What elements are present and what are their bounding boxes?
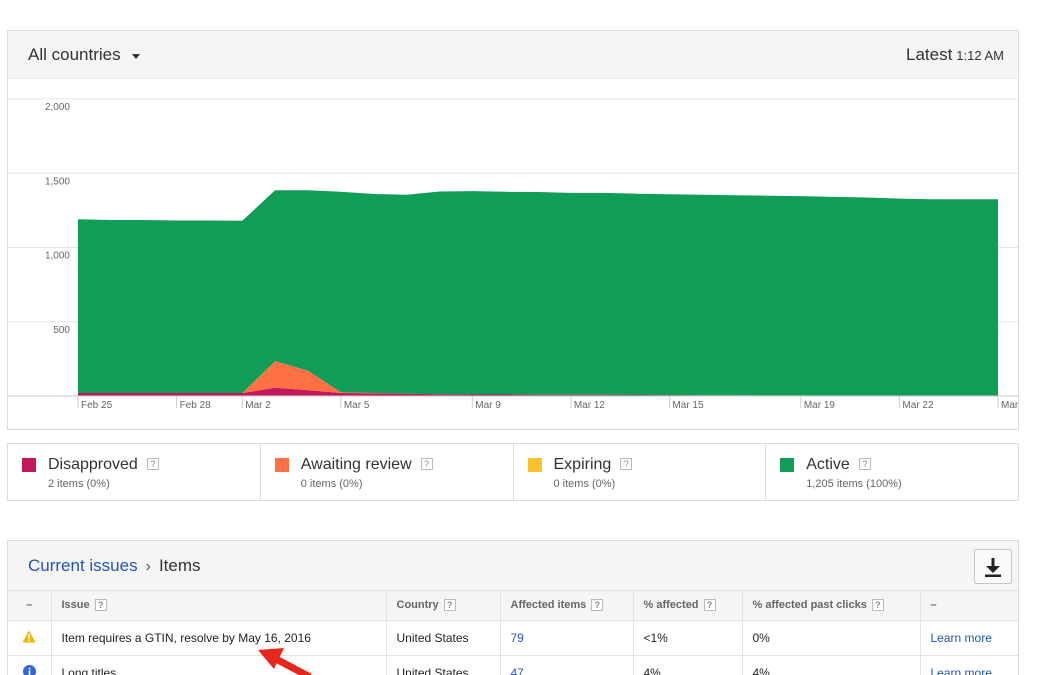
status-legend: Disapproved? 2 items (0%) Awaiting revie… bbox=[7, 443, 1019, 501]
chart-header: All countries Latest 1:12 AM bbox=[8, 31, 1018, 79]
legend-swatch-disapproved bbox=[22, 458, 36, 472]
download-icon bbox=[985, 558, 1001, 577]
x-tick-label: Mar 12 bbox=[574, 400, 606, 411]
help-icon[interactable]: ? bbox=[94, 599, 107, 612]
affected-items-cell: 79 bbox=[500, 620, 634, 656]
legend-label-text: Disapproved bbox=[48, 456, 138, 473]
legend-item-disapproved[interactable]: Disapproved? 2 items (0%) bbox=[8, 444, 261, 500]
legend-swatch-expiring bbox=[527, 458, 542, 472]
legend-label-text: Expiring bbox=[553, 456, 612, 473]
help-icon[interactable]: ? bbox=[871, 599, 884, 612]
x-tick-label: Feb 28 bbox=[180, 400, 212, 411]
column-header-label: % affected bbox=[643, 599, 699, 612]
legend-label-text: Active bbox=[806, 456, 850, 473]
percent-affected-cell: <1% bbox=[633, 620, 743, 656]
breadcrumb-current-issues-link[interactable]: Current issues bbox=[28, 556, 138, 575]
help-icon[interactable]: ? bbox=[703, 599, 716, 612]
legend-label: Awaiting review? bbox=[301, 456, 433, 474]
help-icon[interactable]: ? bbox=[146, 458, 159, 470]
country-cell: United States bbox=[386, 620, 501, 656]
legend-count: 0 items (0%) bbox=[553, 478, 616, 490]
help-icon[interactable]: ? bbox=[591, 599, 604, 612]
issues-table: – Issue? Country? Affected items? % affe… bbox=[8, 591, 1018, 675]
y-tick-label: 2,000 bbox=[45, 102, 70, 113]
action-cell: Learn more bbox=[920, 655, 1018, 675]
legend-item-active[interactable]: Active? 1,205 items (100%) bbox=[766, 444, 1018, 500]
status-cell bbox=[8, 655, 52, 675]
legend-swatch-awaiting-review bbox=[274, 458, 289, 472]
column-header-issue[interactable]: Issue? bbox=[51, 591, 387, 621]
y-tick-label: 500 bbox=[53, 325, 70, 336]
help-icon[interactable]: ? bbox=[420, 458, 433, 470]
legend-label: Disapproved? bbox=[48, 456, 159, 474]
column-header-label: Affected items bbox=[510, 599, 587, 612]
y-tick-label: 1,000 bbox=[45, 251, 70, 262]
breadcrumb-separator: › bbox=[145, 558, 151, 575]
learn-more-link[interactable]: Learn more bbox=[931, 631, 992, 645]
table-row[interactable]: Long titles United States 47 4% 4% Learn… bbox=[8, 655, 1018, 675]
breadcrumb-current: Items bbox=[158, 556, 201, 575]
column-header-label: % affected past clicks bbox=[752, 599, 867, 612]
x-tick-label: Mar 5 bbox=[344, 400, 370, 411]
legend-label: Expiring? bbox=[554, 456, 633, 474]
help-icon[interactable]: ? bbox=[620, 458, 633, 470]
table-row[interactable]: Item requires a GTIN, resolve by May 16,… bbox=[8, 620, 1018, 656]
percent-affected-clicks-cell: 4% bbox=[742, 655, 921, 675]
legend-item-awaiting-review[interactable]: Awaiting review? 0 items (0%) bbox=[261, 444, 514, 500]
legend-count: 0 items (0%) bbox=[300, 478, 363, 490]
column-header-percent-affected-clicks[interactable]: % affected past clicks? bbox=[742, 591, 921, 621]
latest-time: 1:12 AM bbox=[956, 48, 1004, 63]
learn-more-link[interactable]: Learn more bbox=[931, 666, 992, 675]
status-cell bbox=[8, 620, 52, 656]
issue-cell: Item requires a GTIN, resolve by May 16,… bbox=[51, 620, 387, 656]
breadcrumb: Current issues › Items bbox=[28, 556, 201, 576]
legend-count: 1,205 items (100%) bbox=[806, 478, 902, 490]
x-tick-label: Mar 9 bbox=[475, 400, 501, 411]
legend-label-text: Awaiting review bbox=[300, 456, 412, 473]
percent-affected-cell: 4% bbox=[633, 655, 743, 675]
help-icon[interactable]: ? bbox=[858, 458, 871, 470]
issues-header: Current issues › Items bbox=[8, 541, 1018, 591]
action-cell: Learn more bbox=[920, 620, 1018, 656]
legend-label: Active? bbox=[806, 456, 871, 474]
warning-icon bbox=[22, 630, 36, 642]
percent-affected-clicks-cell: 0% bbox=[742, 620, 921, 656]
items-chart-panel: All countries Latest 1:12 AM 2,000 1,500 1,… bbox=[7, 30, 1019, 430]
country-dropdown-label: All countries bbox=[28, 45, 121, 64]
y-tick-label: 1,500 bbox=[45, 176, 70, 187]
affected-items-link[interactable]: 79 bbox=[511, 631, 524, 645]
x-tick-label: Mar 25 bbox=[1001, 400, 1018, 411]
affected-items-cell: 47 bbox=[500, 655, 634, 675]
info-icon bbox=[22, 664, 36, 675]
column-header-percent-affected[interactable]: % affected? bbox=[633, 591, 743, 621]
current-issues-panel: Current issues › Items – Issue? Country? A… bbox=[7, 540, 1019, 675]
legend-count: 2 items (0%) bbox=[48, 478, 110, 490]
issue-cell: Long titles bbox=[51, 655, 387, 675]
column-header-country[interactable]: Country? bbox=[386, 591, 501, 621]
x-tick-label: Mar 2 bbox=[245, 400, 271, 411]
column-header-actions: – bbox=[920, 591, 1018, 621]
country-cell: United States bbox=[386, 655, 501, 675]
x-tick-label: Mar 19 bbox=[804, 400, 836, 411]
latest-timestamp: Latest 1:12 AM bbox=[906, 45, 1004, 65]
column-header-affected-items[interactable]: Affected items? bbox=[500, 591, 634, 621]
country-dropdown[interactable]: All countries bbox=[28, 45, 140, 65]
stacked-area-chart: 2,000 1,500 1,000 500 Feb 25 Feb 28 Mar 2 Mar 5… bbox=[8, 98, 1018, 411]
x-tick-label: Mar 22 bbox=[902, 400, 934, 411]
affected-items-link[interactable]: 47 bbox=[511, 666, 524, 675]
column-header-label: Issue bbox=[61, 599, 90, 612]
series-area-active bbox=[78, 190, 998, 396]
column-header-status: – bbox=[8, 591, 52, 621]
x-tick-label: Feb 25 bbox=[81, 400, 113, 411]
download-button[interactable] bbox=[974, 549, 1012, 584]
legend-item-expiring[interactable]: Expiring? 0 items (0%) bbox=[514, 444, 767, 500]
legend-swatch-active bbox=[780, 458, 795, 472]
annotation-arrow-icon bbox=[258, 648, 312, 675]
x-tick-label: Mar 15 bbox=[672, 400, 704, 411]
table-header-row: – Issue? Country? Affected items? % affe… bbox=[8, 591, 1018, 621]
latest-label: Latest bbox=[905, 45, 953, 64]
help-icon[interactable]: ? bbox=[443, 599, 456, 612]
column-header-label: Country bbox=[396, 599, 439, 612]
chevron-down-icon bbox=[131, 53, 140, 59]
